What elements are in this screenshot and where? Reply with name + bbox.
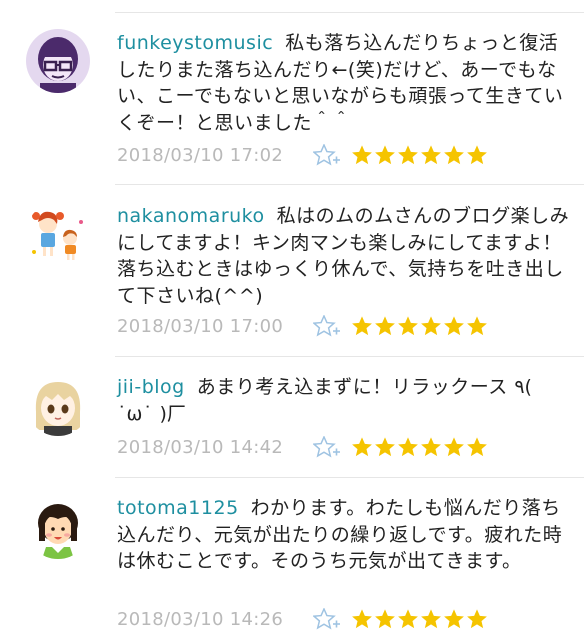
star-icon[interactable]: [374, 315, 396, 337]
star-icon[interactable]: [420, 608, 442, 630]
star-icon[interactable]: [397, 315, 419, 337]
add-star-button[interactable]: [313, 435, 343, 459]
star-icon[interactable]: [351, 608, 373, 630]
star-icon[interactable]: [351, 436, 373, 458]
star-icon[interactable]: [466, 436, 488, 458]
comment-body: totoma1125 わかります。わたしも悩んだり落ち込んだり、元気が出たりの繰り…: [117, 495, 572, 575]
glasses-person-avatar-icon[interactable]: [26, 29, 90, 93]
comment-timestamp: 2018/03/10 17:02: [117, 144, 284, 166]
star-icon[interactable]: [420, 144, 442, 166]
star-icon[interactable]: [397, 608, 419, 630]
comment-meta: 2018/03/10 17:02: [117, 141, 489, 169]
star-icon[interactable]: [374, 608, 396, 630]
anime-girl-avatar-icon[interactable]: [26, 372, 90, 436]
comment-username[interactable]: funkeystomusic: [117, 32, 273, 54]
star-icon[interactable]: [443, 608, 465, 630]
star-rating: [351, 144, 489, 166]
comment-divider: [115, 184, 584, 185]
comment-timestamp: 2018/03/10 14:42: [117, 436, 284, 458]
top-divider: [115, 12, 584, 13]
add-star-button[interactable]: [313, 143, 343, 167]
comment-timestamp: 2018/03/10 17:00: [117, 315, 284, 337]
star-icon[interactable]: [443, 315, 465, 337]
star-icon[interactable]: [351, 144, 373, 166]
star-icon[interactable]: [443, 436, 465, 458]
star-icon[interactable]: [397, 436, 419, 458]
comment-meta: 2018/03/10 17:00: [117, 312, 489, 340]
star-rating: [351, 608, 489, 630]
star-comment-list: funkeystomusic 私も落ち込んだりちょっと復活したりまた落ち込んだり←…: [0, 0, 584, 640]
star-icon[interactable]: [466, 315, 488, 337]
star-icon[interactable]: [351, 315, 373, 337]
star-icon[interactable]: [466, 144, 488, 166]
comment-meta: 2018/03/10 14:42: [117, 433, 489, 461]
comment-timestamp: 2018/03/10 14:26: [117, 608, 284, 630]
comment-body: jii-blog あまり考え込まずに！リラックース ٩( ˙ω˙ )厂: [117, 374, 572, 427]
add-star-button[interactable]: [313, 314, 343, 338]
add-star-button[interactable]: [313, 607, 343, 631]
comment-divider: [115, 477, 584, 478]
star-icon[interactable]: [374, 436, 396, 458]
comment-username[interactable]: totoma1125: [117, 497, 239, 519]
two-kids-avatar-icon[interactable]: [26, 202, 90, 266]
star-rating: [351, 436, 489, 458]
star-icon[interactable]: [420, 436, 442, 458]
bob-hair-avatar-icon[interactable]: [26, 495, 90, 559]
comment-body: funkeystomusic 私も落ち込んだりちょっと復活したりまた落ち込んだり←…: [117, 30, 572, 136]
star-icon[interactable]: [374, 144, 396, 166]
star-rating: [351, 315, 489, 337]
comment-username[interactable]: jii-blog: [117, 376, 185, 398]
comment-username[interactable]: nakanomaruko: [117, 205, 265, 227]
comment-divider: [115, 356, 584, 357]
comment-body: nakanomaruko 私はのムのムさんのブログ楽しみにしてますよ！キン肉マンも…: [117, 203, 572, 309]
comment-meta: 2018/03/10 14:26: [117, 605, 489, 633]
star-icon[interactable]: [420, 315, 442, 337]
star-icon[interactable]: [397, 144, 419, 166]
star-icon[interactable]: [443, 144, 465, 166]
star-icon[interactable]: [466, 608, 488, 630]
